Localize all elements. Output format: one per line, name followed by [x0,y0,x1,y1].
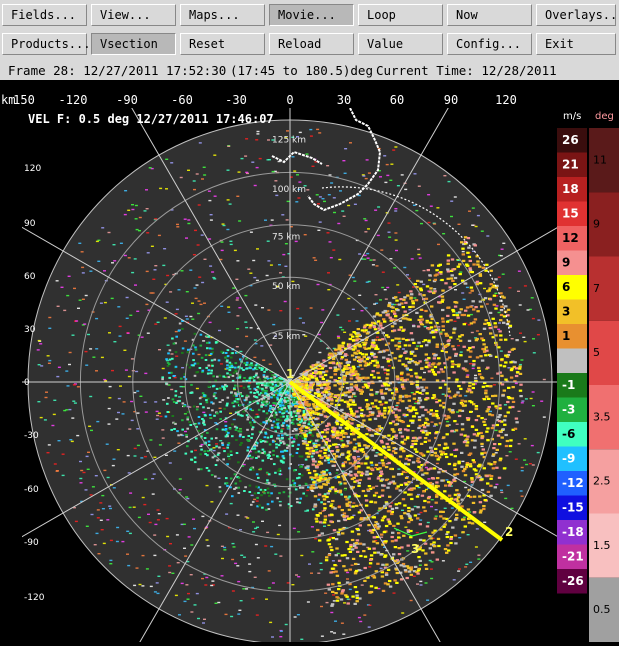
velocity-label: -18 [562,525,584,539]
products-button[interactable]: Products... [2,33,87,55]
x-tick-label: 120 [495,93,517,107]
frame-label: Frame 28: 12/27/2011 17:52:30 [8,62,226,80]
x-tick-label: 90 [444,93,458,107]
velocity-label: -6 [562,427,575,441]
velocity-label: 18 [562,182,579,196]
x-tick-label: -90 [116,93,138,107]
y-tick-label: 30 [24,325,36,335]
velocity-label: 26 [562,133,579,147]
phase-label: 1.5 [593,539,611,552]
velocity-label: -26 [562,574,584,588]
velocity-label: -3 [562,403,575,417]
reset-button[interactable]: Reset [180,33,265,55]
phase-label: 3.5 [593,410,611,423]
point-marker: 1 [286,367,294,381]
phase-label: 5 [593,346,600,359]
reload-button[interactable]: Reload [269,33,354,55]
overlays-button[interactable]: Overlays... [536,4,616,26]
velocity-label: 9 [562,256,570,270]
velocity-label: 6 [562,280,570,294]
velocity-label: -21 [562,550,584,564]
range-ring-label: 25 km [272,332,300,342]
x-tick-label: 0 [286,93,293,107]
y-tick-label: -30 [24,431,39,441]
velocity-label: -1 [562,378,575,392]
range-ring-label: 50 km [272,282,300,292]
x-tick-label: 60 [390,93,404,107]
velocity-label: 1 [562,329,570,343]
x-tick-label: 30 [337,93,351,107]
x-tick-label: -30 [225,93,247,107]
range-ring-label: 125 km [272,135,306,145]
range-ring-label: 100 km [272,185,306,195]
point-marker: 3 [411,542,419,556]
y-tick-label: -120 [24,593,45,603]
phase-label: 11 [593,153,607,166]
frame-status-bar: Frame 28: 12/27/2011 17:52:30 (17:45 to … [0,62,619,80]
legend-unit-label: m/s [563,111,581,122]
phase-label: 9 [593,218,600,231]
velocity-label: 12 [562,231,579,245]
loop-button[interactable]: Loop [358,4,443,26]
velocity-label: 3 [562,305,570,319]
velocity-label: 21 [562,158,579,172]
x-tick-label: 150 [13,93,35,107]
x-tick-label: -60 [171,93,193,107]
maps-button[interactable]: Maps... [180,4,265,26]
velocity-label: 15 [562,207,579,221]
config-button[interactable]: Config... [447,33,532,55]
view-button[interactable]: View... [91,4,176,26]
velocity-label: -15 [562,501,584,515]
legend-phase-unit-label: deg [595,111,614,122]
y-tick-label: -60 [24,485,39,495]
fields-button[interactable]: Fields... [2,4,87,26]
velocity-label: -9 [562,452,575,466]
color-legend: m/s deg 26 21 18 15 12 9 6 3 1 -1 -3 -6 -9 -12 -15 -18 -21… [557,108,619,642]
phase-label: 7 [593,282,600,295]
phase-label: 2.5 [593,475,611,488]
now-button[interactable]: Now [447,4,532,26]
color-scale: m/s deg 26 21 18 15 12 9 6 3 1 -1 -3 -6 -9 -12 -15 -18 -21… [557,108,619,642]
velocity-swatch [557,349,587,374]
y-tick-label: -90 [24,538,39,548]
x-tick-label: -120 [59,93,88,107]
radar-ppi-canvas[interactable]: 125 km 100 km 75 km 50 km 25 km 1 2 3 VEL F: 0.5… [22,108,557,642]
vsection-button[interactable]: Vsection [91,33,176,55]
y-tick-label: 120 [24,164,41,174]
frame-range-label: (17:45 to 180.5)deg [230,62,373,80]
value-button[interactable]: Value [358,33,443,55]
product-label: VEL F: 0.5 deg 12/27/2011 17:46:07 [28,112,274,126]
velocity-label: -12 [562,476,584,490]
exit-button[interactable]: Exit [536,33,616,55]
y-tick-label: 60 [24,272,36,282]
toolbar: Fields...View...Maps...Movie...LoopNowOv… [0,0,619,62]
y-tick-label: 90 [24,219,36,229]
radar-plot[interactable]: 125 km 100 km 75 km 50 km 25 km 1 2 3 VEL F: 0.5… [22,108,557,642]
phase-label: 0.5 [593,603,611,616]
range-ring-label: 75 km [272,232,300,242]
x-axis: km 150-120-90-60-300306090120 [0,80,619,108]
point-marker: 2 [505,525,513,539]
movie-button[interactable]: Movie... [269,4,354,26]
y-tick-label: 0 [24,378,30,388]
